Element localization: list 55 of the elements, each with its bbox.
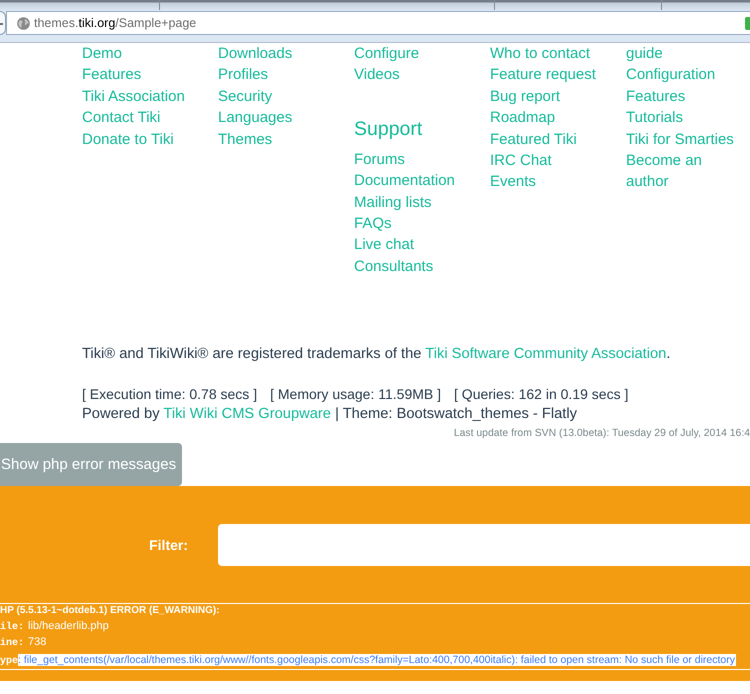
nav-link[interactable]: Profiles: [218, 64, 268, 86]
nav-link[interactable]: Become an author: [626, 150, 738, 193]
nav-link[interactable]: IRC Chat: [490, 150, 552, 172]
nav-link[interactable]: Who to contact: [490, 43, 590, 64]
nav-link[interactable]: Tutorials: [626, 107, 683, 129]
nav-link[interactable]: Themes: [218, 128, 272, 150]
filter-label: Filter:: [149, 537, 188, 554]
nav-link[interactable]: Downloads: [218, 43, 292, 64]
nav-link[interactable]: Donate to Tiki: [82, 128, 174, 150]
field-value: 738: [28, 635, 46, 650]
nav-link[interactable]: Bug report: [490, 86, 560, 108]
nav-link[interactable]: Documentation: [354, 170, 455, 192]
nav-link[interactable]: FAQs: [354, 213, 392, 234]
nav-link[interactable]: Features: [82, 64, 142, 86]
section-heading: Support: [354, 118, 422, 140]
nav-link[interactable]: Forums: [354, 148, 405, 170]
nav-link[interactable]: Videos: [354, 64, 400, 86]
last-update-text: Last update from SVN (13.0beta): Tuesday 29 of July, 2014 16:4: [454, 428, 750, 440]
nav-link[interactable]: Feature request: [490, 64, 596, 86]
nav-link[interactable]: Security: [218, 86, 272, 108]
nav-link[interactable]: Live chat: [354, 234, 414, 256]
url-text: themes.tiki.org/Sample+page: [34, 16, 196, 30]
association-link[interactable]: Tiki Software Community Association: [425, 346, 666, 362]
show-errors-button[interactable]: Show php error messages: [0, 443, 182, 486]
nav-link[interactable]: Configure: [354, 43, 420, 64]
toolbar-icon[interactable]: [745, 16, 750, 30]
trademark-notice: Tiki® and TikiWiki® are registered trademarks of the Tiki Software Community Association.: [82, 345, 670, 364]
field-value: lib/headerlib.php: [28, 619, 109, 634]
stat-text: [ Queries: 162 in 0.19 secs ]: [454, 385, 628, 404]
error-heading: HP (5.5.13-1~dotdeb.1) ERROR (E_WARNING):: [0, 604, 220, 618]
groupware-link[interactable]: Tiki Wiki CMS Groupware: [163, 406, 331, 422]
nav-link[interactable]: Consultants: [354, 256, 434, 278]
error-message: : file_get_contents(/var/local/themes.tiki.org/www//fonts.googleapis.com/css?family=Lato:400,700,400italic): failed to open stream: No such file or directory: [18, 654, 736, 666]
stat-text: [ Execution time: 0.78 secs ]: [82, 385, 258, 404]
nav-link[interactable]: Configuration: [626, 64, 716, 86]
nav-link[interactable]: Roadmap: [490, 107, 556, 129]
nav-link[interactable]: Mailing lists: [354, 192, 432, 214]
nav-link[interactable]: Tiki for Smarties: [626, 128, 734, 150]
nav-link[interactable]: Tiki Association: [82, 86, 185, 108]
nav-link[interactable]: Featured Tiki: [490, 128, 577, 150]
nav-link[interactable]: Languages: [218, 107, 292, 129]
field-label: ile:: [0, 621, 24, 636]
field-label: ine:: [0, 637, 24, 652]
address-field[interactable]: themes.tiki.org/Sample+page: [6, 11, 750, 35]
nav-link[interactable]: Events: [490, 171, 536, 193]
stat-text: [ Memory usage: 11.59MB ]: [270, 385, 442, 404]
nav-link[interactable]: Demo: [82, 43, 122, 64]
field-label: ype: [0, 656, 18, 668]
powered-by-text: Powered by Tiki Wiki CMS Groupware | Theme: Bootswatch_themes - Flatly: [82, 405, 577, 424]
nav-link[interactable]: guide: [626, 43, 663, 64]
back-button[interactable]: [0, 11, 6, 35]
globe-icon: [17, 16, 30, 30]
nav-link[interactable]: Features: [626, 86, 686, 108]
nav-link[interactable]: Contact Tiki: [82, 107, 160, 129]
filter-field[interactable]: [218, 524, 750, 566]
